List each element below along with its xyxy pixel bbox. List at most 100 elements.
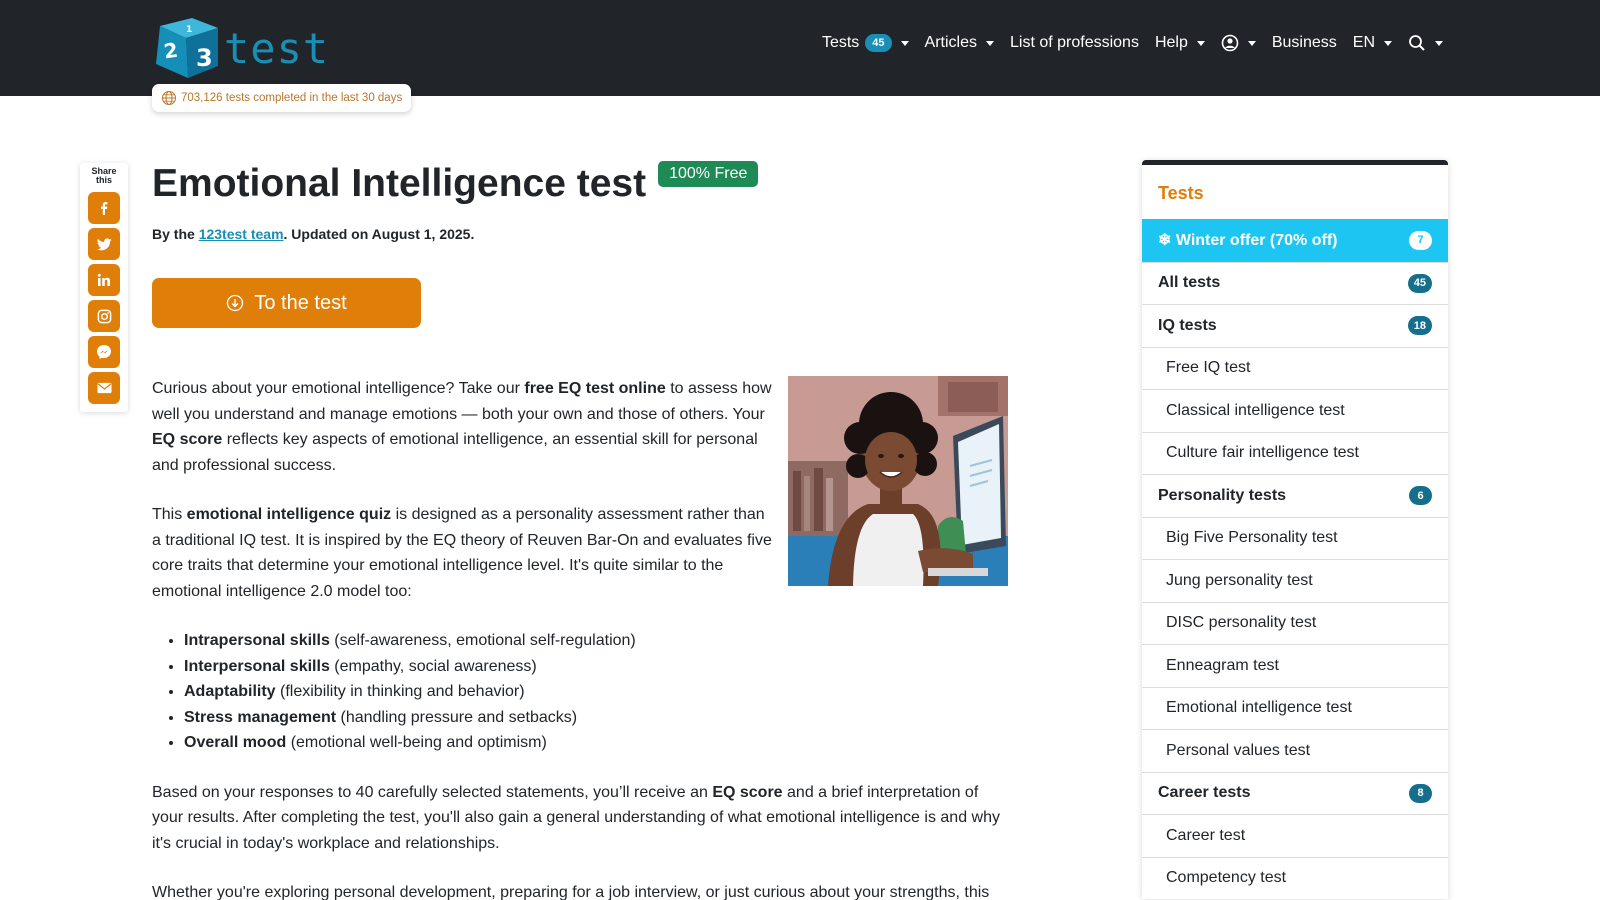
count-badge: 6 xyxy=(1409,486,1432,506)
chevron-down-icon xyxy=(1435,40,1443,46)
results-paragraph: Based on your responses to 40 carefully … xyxy=(152,780,1008,857)
chevron-down-icon xyxy=(1247,40,1256,46)
author-link[interactable]: 123test team xyxy=(199,226,284,242)
sidebar-item-label: Big Five Personality test xyxy=(1166,529,1338,547)
nav-help[interactable]: Help xyxy=(1155,34,1205,52)
trait-desc: (self-awareness, emotional self-regulati… xyxy=(329,632,636,649)
share-facebook-button[interactable] xyxy=(88,192,120,224)
sidebar-item-personality-tests[interactable]: Personality tests 6 xyxy=(1142,474,1448,517)
linkedin-icon xyxy=(97,273,110,286)
tests-completed-stat: 703,126 tests completed in the last 30 d… xyxy=(152,84,412,112)
sidebar-item-label: Emotional intelligence test xyxy=(1166,699,1352,717)
sidebar-item-label: Career tests xyxy=(1158,784,1251,802)
intro-bold-1: free EQ test online xyxy=(524,380,666,397)
messenger-icon xyxy=(97,345,111,359)
trait-desc: (handling pressure and setbacks) xyxy=(336,708,578,726)
svg-text:1: 1 xyxy=(186,25,192,35)
free-badge: 100% Free xyxy=(658,161,759,187)
arrow-down-circle-icon xyxy=(227,294,244,312)
sidebar-item-emotional-intelligence-test[interactable]: Emotional intelligence test xyxy=(1142,686,1448,730)
sidebar-item-label: DISC personality test xyxy=(1166,614,1317,632)
sidebar-item-jung-test[interactable]: Jung personality test xyxy=(1142,559,1448,602)
sidebar-item-label: IQ tests xyxy=(1158,316,1217,334)
trait-desc: (empathy, social awareness) xyxy=(329,657,537,675)
results-bold-1: EQ score xyxy=(712,783,783,801)
tests-sidebar: Tests ❄ Winter offer (70% off) 7 All tes… xyxy=(1142,160,1448,899)
sidebar-item-label: Personality tests xyxy=(1158,486,1287,504)
user-circle-icon xyxy=(1221,34,1239,52)
nav-tests-label: Tests xyxy=(821,34,860,51)
search-icon xyxy=(1409,35,1425,51)
sidebar-item-label: Personal values test xyxy=(1166,741,1311,759)
list-item: Intrapersonal skills (self-awareness, em… xyxy=(184,628,1008,654)
sidebar-item-personal-values-test[interactable]: Personal values test xyxy=(1142,729,1448,772)
nav-articles[interactable]: Articles xyxy=(925,34,994,52)
count-badge: 45 xyxy=(1407,273,1432,293)
chevron-down-icon xyxy=(900,40,909,46)
share-label: Share this xyxy=(91,166,117,185)
nav-search[interactable] xyxy=(1408,34,1443,52)
byline-prefix: By the xyxy=(152,226,199,242)
trait-name: Overall mood xyxy=(184,734,287,751)
title-row: Emotional Intelligence test 100% Free xyxy=(152,160,759,208)
sidebar-item-winter-offer[interactable]: ❄ Winter offer (70% off) 7 xyxy=(1142,219,1448,262)
description-bold-1: emotional intelligence quiz xyxy=(186,506,392,523)
article-body: Curious about your emotional intelligenc… xyxy=(152,376,1008,900)
sidebar-item-label: Jung personality test xyxy=(1166,571,1313,589)
logo-wordmark: test xyxy=(224,23,330,73)
trait-name: Stress management xyxy=(184,708,337,726)
facebook-icon xyxy=(101,202,108,215)
share-linkedin-button[interactable] xyxy=(88,264,120,296)
share-rail: Share this xyxy=(80,163,128,412)
sidebar-item-career-tests[interactable]: Career tests 8 xyxy=(1142,771,1448,815)
share-twitter-button[interactable] xyxy=(88,228,120,260)
sidebar-item-all-tests[interactable]: All tests 45 xyxy=(1142,261,1448,305)
sidebar-item-enneagram-test[interactable]: Enneagram test xyxy=(1142,644,1448,687)
results-text-1: Based on your responses to 40 carefully … xyxy=(152,783,713,801)
share-email-button[interactable] xyxy=(88,372,120,404)
nav-professions[interactable]: List of professions xyxy=(1010,34,1139,52)
to-the-test-button[interactable]: To the test xyxy=(152,278,421,328)
sidebar-item-culture-fair-test[interactable]: Culture fair intelligence test xyxy=(1142,431,1448,475)
sidebar-item-label: Classical intelligence test xyxy=(1166,401,1345,419)
intro-bold-2: EQ score xyxy=(152,431,223,448)
byline-suffix: . Updated on August 1, 2025. xyxy=(283,226,475,242)
main-nav: Tests 45 Articles List of professions He… xyxy=(822,34,1443,52)
traits-list: Intrapersonal skills (self-awareness, em… xyxy=(184,628,1008,756)
instagram-icon xyxy=(97,309,111,323)
twitter-icon xyxy=(96,237,112,250)
nav-business-label: Business xyxy=(1271,34,1337,51)
description-text-1: This xyxy=(152,506,187,523)
nav-tests-count-badge: 45 xyxy=(865,34,892,52)
closing-paragraph: Whether you're exploring personal develo… xyxy=(152,884,990,900)
trait-name: Adaptability xyxy=(184,683,276,700)
byline: By the 123test team. Updated on August 1… xyxy=(152,226,474,242)
site-logo[interactable]: 2 3 1 test xyxy=(152,16,329,80)
trait-name: Interpersonal skills xyxy=(184,657,330,675)
logo-cube-icon: 2 3 1 xyxy=(156,18,218,78)
sidebar-item-label: Enneagram test xyxy=(1166,656,1279,674)
nav-help-label: Help xyxy=(1154,34,1188,51)
share-messenger-button[interactable] xyxy=(88,336,120,368)
sidebar-item-disc-test[interactable]: DISC personality test xyxy=(1142,601,1448,645)
nav-language[interactable]: EN xyxy=(1353,34,1392,52)
count-badge: 7 xyxy=(1409,230,1432,250)
sidebar-item-career-test[interactable]: Career test xyxy=(1142,814,1448,857)
sidebar-item-free-iq-test[interactable]: Free IQ test xyxy=(1142,346,1448,390)
sidebar-item-competency-test[interactable]: Competency test xyxy=(1142,856,1448,900)
trait-name: Intrapersonal skills xyxy=(184,632,330,649)
list-item: Stress management (handling pressure and… xyxy=(184,705,1008,731)
sidebar-item-iq-tests[interactable]: IQ tests 18 xyxy=(1142,304,1448,347)
count-badge: 18 xyxy=(1407,316,1432,336)
email-icon xyxy=(96,382,112,394)
sidebar-title: Tests xyxy=(1158,183,1204,203)
sidebar-item-classical-intelligence-test[interactable]: Classical intelligence test xyxy=(1142,389,1448,432)
share-instagram-button[interactable] xyxy=(88,300,120,332)
woman-at-computer-illustration xyxy=(788,376,1008,586)
sidebar-item-big-five-test[interactable]: Big Five Personality test xyxy=(1142,516,1448,560)
nav-tests[interactable]: Tests 45 xyxy=(822,34,909,52)
nav-account[interactable] xyxy=(1221,34,1256,52)
intro-text-1: Curious about your emotional intelligenc… xyxy=(152,380,525,397)
nav-business[interactable]: Business xyxy=(1272,34,1337,52)
count-badge: 8 xyxy=(1409,783,1432,803)
